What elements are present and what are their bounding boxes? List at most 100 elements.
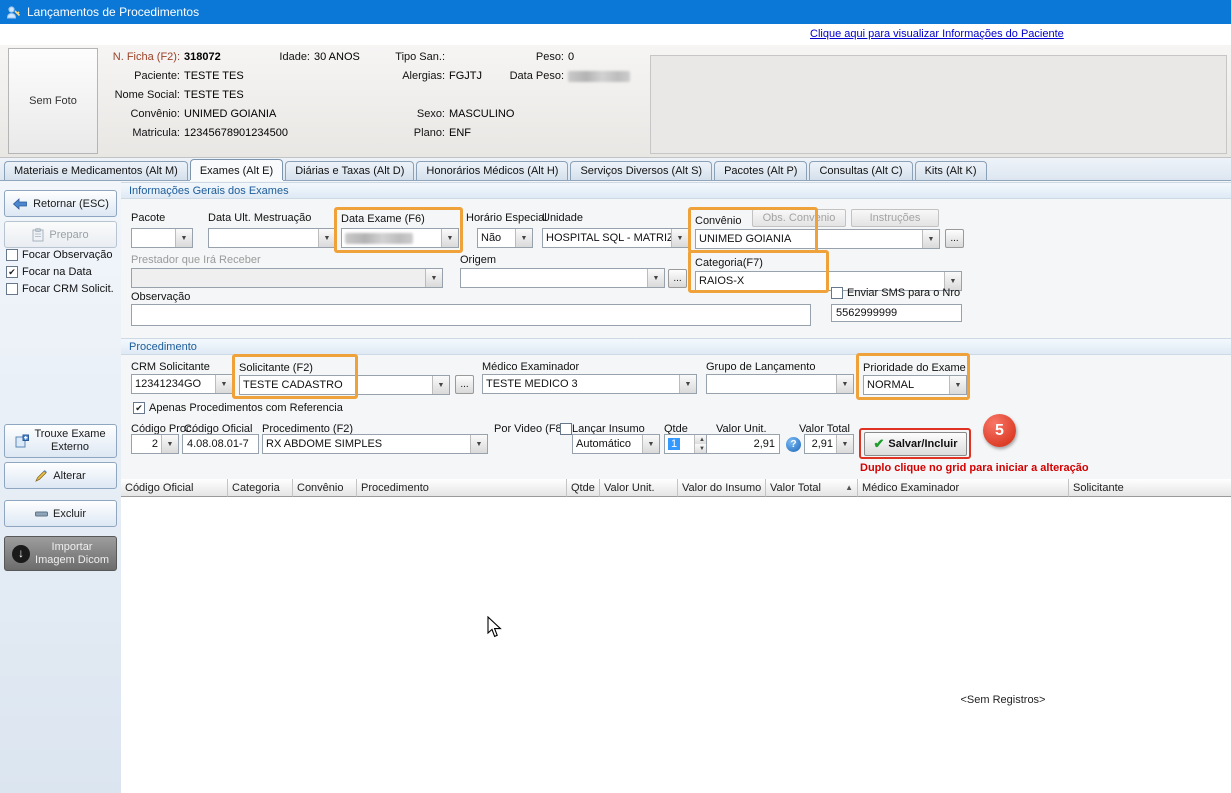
tab-materiais-medicamentos[interactable]: Materiais e Medicamentos (Alt M): [4, 161, 188, 180]
titlebar: Lançamentos de Procedimentos: [0, 0, 1231, 24]
data-peso-label: Data Peso:: [500, 70, 564, 82]
qtde-value: 1: [668, 438, 680, 450]
excluir-label: Excluir: [53, 508, 86, 520]
origem-label: Origem: [460, 254, 496, 266]
alergias-field: Alergias: FGJTJ: [383, 70, 482, 82]
grid-col-qtde[interactable]: Qtde: [567, 479, 600, 497]
alergias-value: FGJTJ: [449, 70, 482, 82]
valor-unit-input[interactable]: 2,91: [706, 434, 780, 454]
grid-col-solicitante[interactable]: Solicitante: [1069, 479, 1231, 497]
window-title: Lançamentos de Procedimentos: [27, 5, 199, 19]
tab-honorarios-medicos[interactable]: Honorários Médicos (Alt H): [416, 161, 568, 180]
convenio-select[interactable]: UNIMED GOIANIA ▼: [695, 229, 940, 249]
horario-especial-label: Horário Especial: [466, 212, 547, 224]
matricula-value: 12345678901234500: [184, 127, 288, 139]
crm-solicitante-value: 12341234GO: [132, 375, 215, 393]
valor-total-select[interactable]: 2,91 ▼: [804, 434, 854, 454]
salvar-incluir-button[interactable]: ✔ Salvar/Incluir: [864, 432, 967, 456]
dropdown-arrow-icon: ▼: [642, 435, 659, 453]
lancar-insumo-select[interactable]: Automático ▼: [572, 434, 660, 454]
focar-observacao-checkbox[interactable]: [6, 249, 18, 261]
grid-col-convenio[interactable]: Convênio: [293, 479, 357, 497]
alterar-button[interactable]: Alterar: [4, 462, 117, 489]
grid-col-categoria[interactable]: Categoria: [228, 479, 293, 497]
convenio-more-button[interactable]: ...: [945, 229, 964, 248]
nome-social-value: TESTE TES: [184, 89, 244, 101]
grid-col-valor-insumo[interactable]: Valor do Insumo: [678, 479, 766, 497]
data-exame-redacted-value: [345, 233, 413, 244]
medico-examinador-select[interactable]: TESTE MEDICO 3 ▼: [482, 374, 697, 394]
solicitante-more-button[interactable]: ...: [455, 375, 474, 394]
preparo-button[interactable]: Preparo: [4, 221, 117, 248]
help-icon[interactable]: ?: [786, 437, 801, 452]
obs-convenio-button[interactable]: Obs. Convenio: [752, 209, 846, 227]
grid-col-label: Categoria: [232, 482, 280, 494]
pacote-select[interactable]: ▼: [131, 228, 193, 248]
grid-body[interactable]: [121, 497, 1231, 793]
window: Lançamentos de Procedimentos Clique aqui…: [0, 0, 1231, 793]
down-arrow-glyph: ↓: [18, 547, 24, 560]
apenas-referencia-checkbox[interactable]: ✔: [133, 402, 145, 414]
alterar-label: Alterar: [53, 470, 85, 482]
observacao-input[interactable]: [131, 304, 811, 326]
ellipsis-label: ...: [950, 233, 958, 244]
codigo-oficial-input[interactable]: 4.08.08.01-7: [182, 434, 259, 454]
prestador-select[interactable]: ▼: [131, 268, 443, 288]
retornar-button[interactable]: Retornar (ESC): [4, 190, 117, 217]
tab-consultas[interactable]: Consultas (Alt C): [809, 161, 912, 180]
origem-select[interactable]: ▼: [460, 268, 665, 288]
focar-na-data-checkbox[interactable]: ✔: [6, 266, 18, 278]
por-video-checkbox[interactable]: [560, 423, 572, 435]
minus-icon: [35, 511, 48, 517]
codigo-proc-select[interactable]: 2 ▼: [131, 434, 179, 454]
grid-col-codigo-oficial[interactable]: Código Oficial: [121, 479, 228, 497]
grid-col-valor-total[interactable]: Valor Total ▲: [766, 479, 858, 497]
tab-pacotes[interactable]: Pacotes (Alt P): [714, 161, 807, 180]
patient-info-link[interactable]: Clique aqui para visualizar Informações …: [810, 28, 1064, 40]
qtde-spinner[interactable]: 1 ▲ ▼: [664, 434, 710, 454]
excluir-button[interactable]: Excluir: [4, 500, 117, 527]
origem-more-button[interactable]: ...: [668, 269, 687, 288]
sexo-field: Sexo: MASCULINO: [383, 108, 514, 120]
horario-especial-select[interactable]: Não ▼: [477, 228, 533, 248]
prioridade-exame-select[interactable]: NORMAL ▼: [863, 375, 967, 395]
grid-col-label: Qtde: [571, 482, 595, 494]
crm-solicitante-select[interactable]: 12341234GO ▼: [131, 374, 233, 394]
enviar-sms-checkbox[interactable]: [831, 287, 843, 299]
convenio-field: Convênio: UNIMED GOIANIA: [96, 108, 276, 120]
unidade-select[interactable]: HOSPITAL SQL - MATRIZ ▼: [542, 228, 689, 248]
valor-unit-value: 2,91: [754, 438, 775, 450]
valor-total-value: 2,91: [805, 435, 836, 453]
ficha-label: N. Ficha (F2):: [96, 51, 180, 63]
tab-label: Diárias e Taxas (Alt D): [295, 165, 404, 177]
sms-number-input[interactable]: 5562999999: [831, 304, 962, 322]
tab-exames[interactable]: Exames (Alt E): [190, 159, 283, 180]
grid-col-medico-examinador[interactable]: Médico Examinador: [858, 479, 1069, 497]
apenas-referencia-row: ✔ Apenas Procedimentos com Referencia: [133, 402, 343, 414]
dropdown-arrow-icon: ▼: [470, 435, 487, 453]
tab-servicos-diversos[interactable]: Serviços Diversos (Alt S): [570, 161, 712, 180]
data-exame-select[interactable]: ▼: [341, 228, 459, 248]
instrucoes-button[interactable]: Instruções: [851, 209, 939, 227]
importar-dicom-button[interactable]: ↓ Importar Imagem Dicom: [4, 536, 117, 571]
obs-convenio-label: Obs. Convenio: [763, 212, 836, 224]
group-procedimento-header: Procedimento: [121, 338, 1231, 355]
tab-kits[interactable]: Kits (Alt K): [915, 161, 987, 180]
tab-diarias-taxas[interactable]: Diárias e Taxas (Alt D): [285, 161, 414, 180]
focar-crm-solicit-row: Focar CRM Solicit.: [6, 283, 114, 295]
dropdown-arrow-icon: ▼: [432, 376, 449, 394]
grid-col-valor-unit[interactable]: Valor Unit.: [600, 479, 678, 497]
solicitante-select[interactable]: TESTE CADASTRO ▼: [239, 375, 450, 395]
data-peso-redacted-value: [568, 71, 630, 82]
focar-na-data-row: ✔ Focar na Data: [6, 266, 92, 278]
grupo-lancamento-select[interactable]: ▼: [706, 374, 854, 394]
trouxe-exame-externo-label: Trouxe Exame Externo: [34, 428, 105, 454]
tab-label: Serviços Diversos (Alt S): [580, 165, 702, 177]
focar-crm-solicit-checkbox[interactable]: [6, 283, 18, 295]
grid-col-procedimento[interactable]: Procedimento: [357, 479, 567, 497]
grid-col-label: Valor Unit.: [604, 482, 655, 494]
trouxe-exame-externo-button[interactable]: Trouxe Exame Externo: [4, 424, 117, 458]
data-peso-field: Data Peso:: [500, 70, 630, 82]
procedimento-select[interactable]: RX ABDOME SIMPLES ▼: [262, 434, 488, 454]
data-ult-mestruacao-select[interactable]: ▼: [208, 228, 336, 248]
